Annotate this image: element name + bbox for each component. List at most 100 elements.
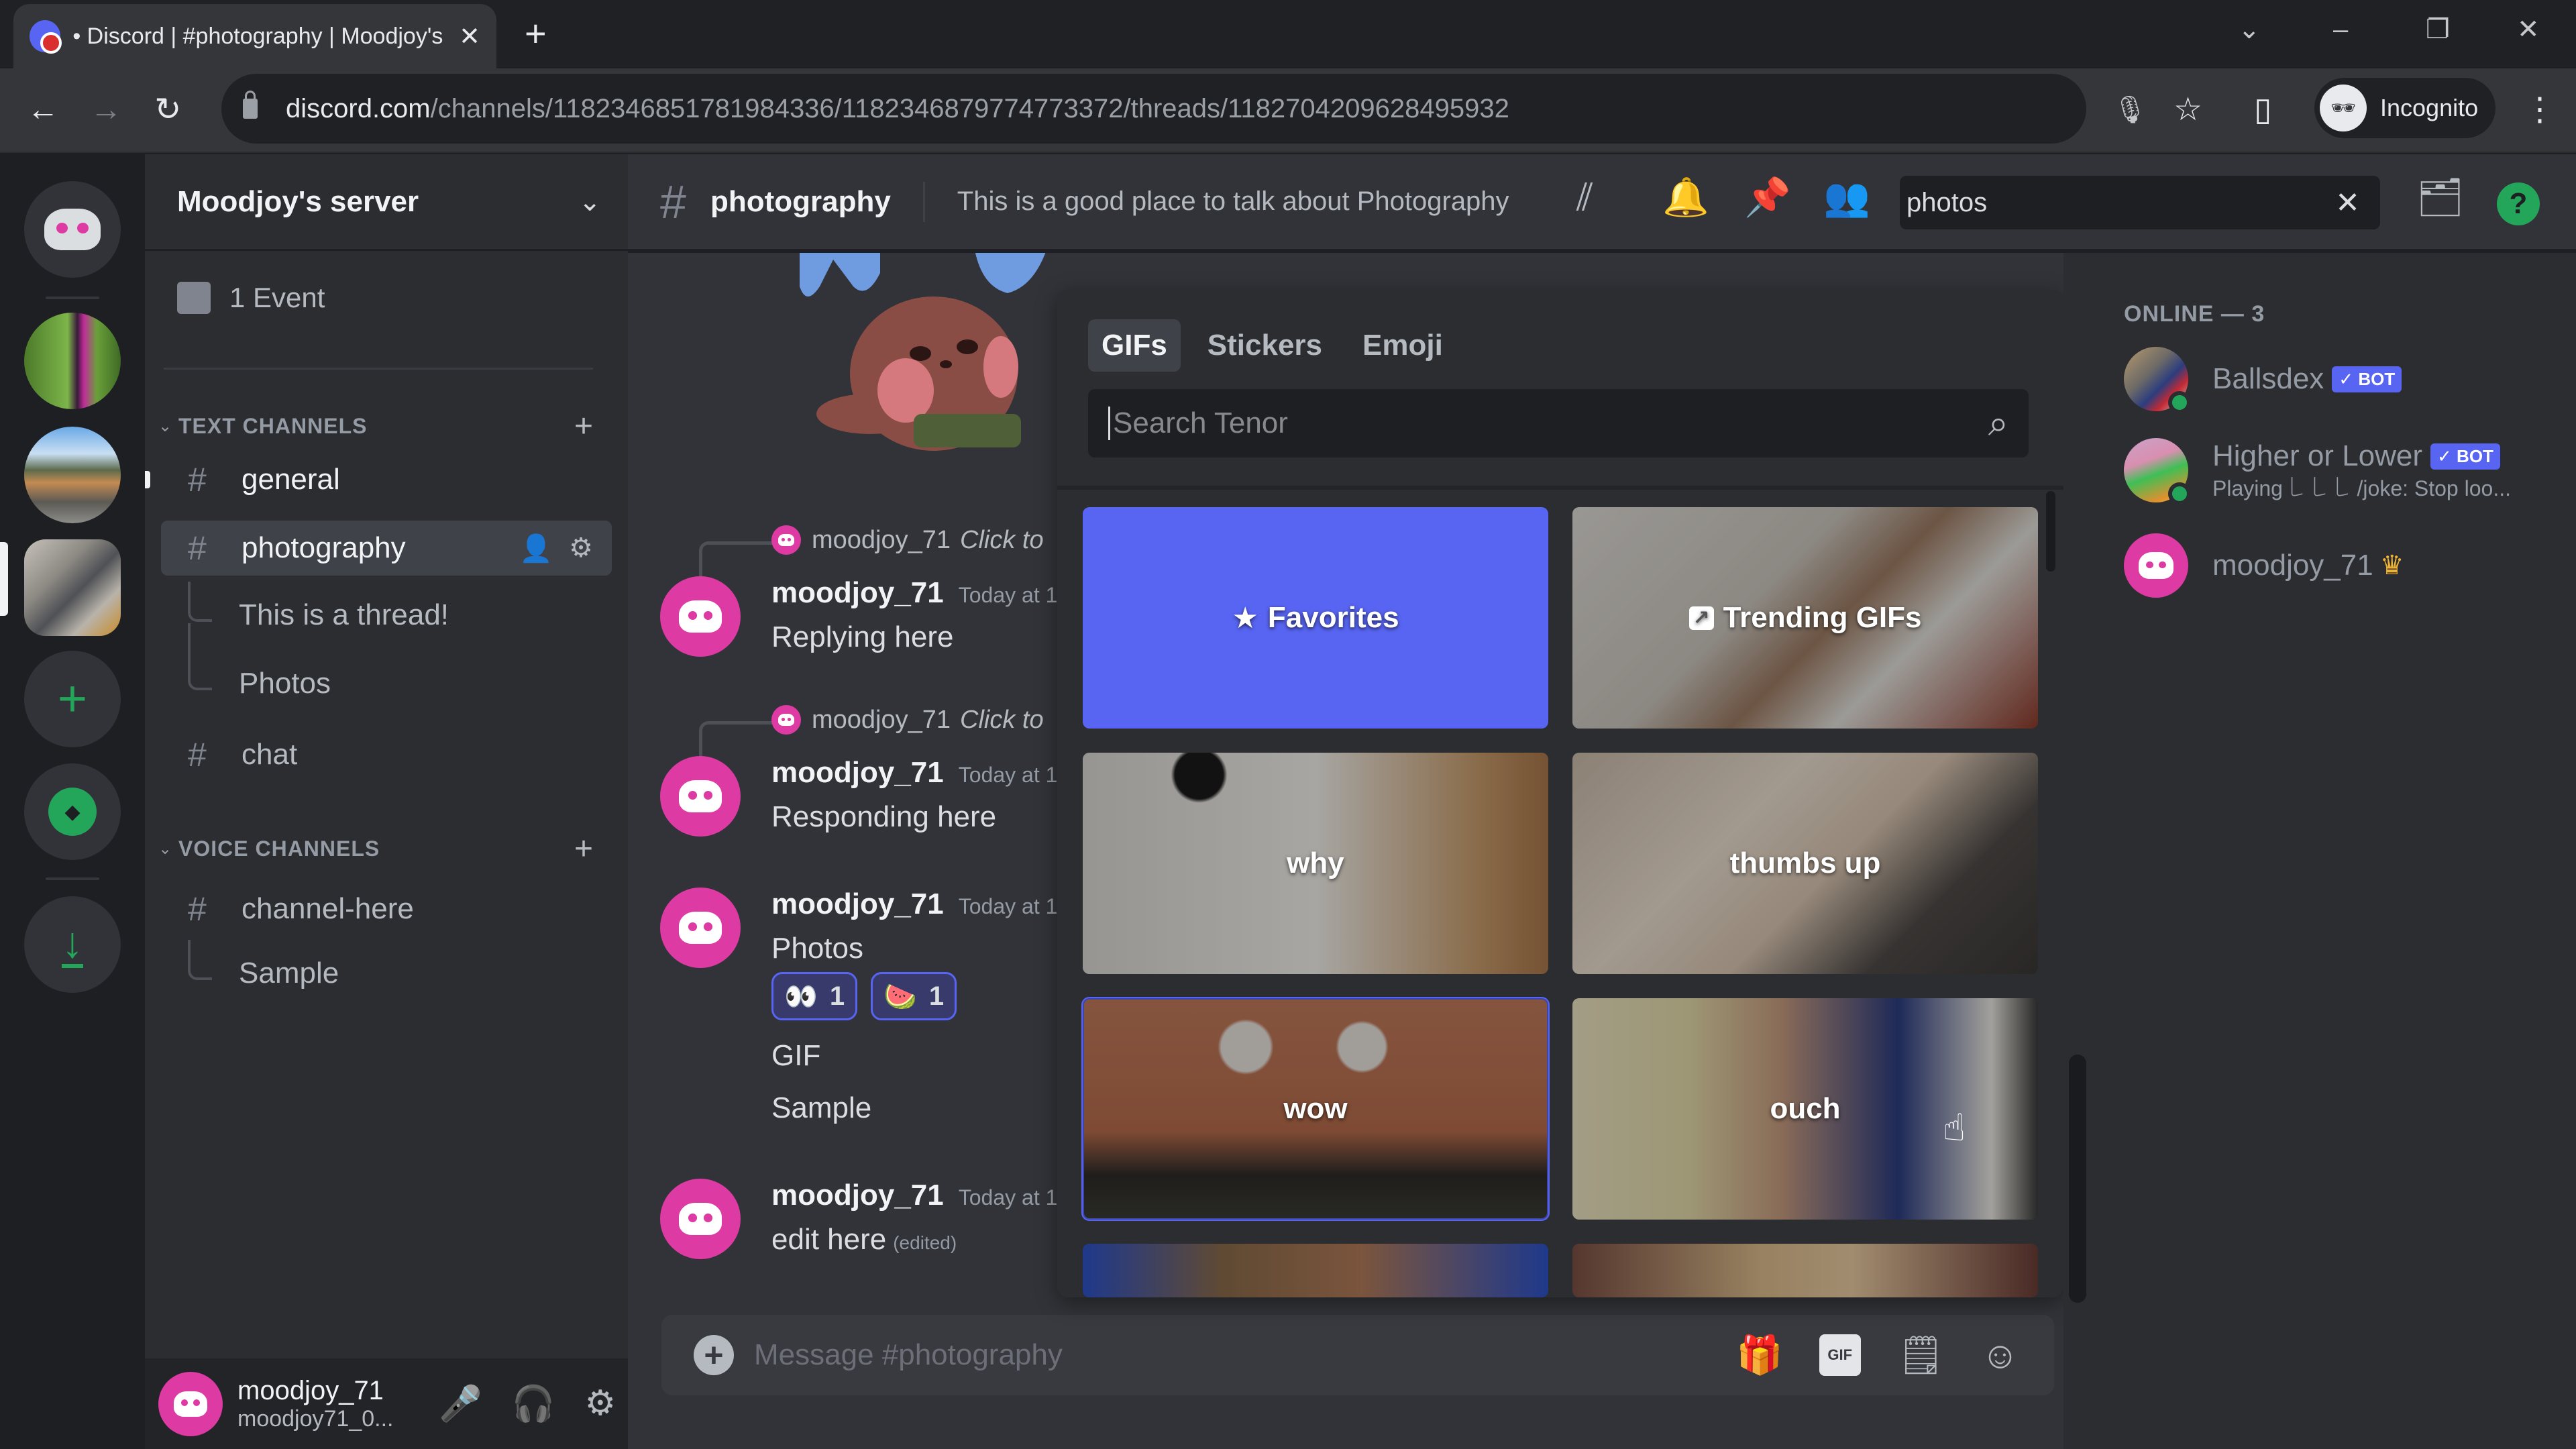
member-higher-or-lower[interactable]: Higher or Lower ✓ BOT Playing ꒒ ꒒ ꒒ /joke… xyxy=(2124,438,2511,505)
reply-reference[interactable]: moodjoy_71 Click to xyxy=(771,705,1044,735)
user-settings-gear-icon[interactable]: ⚙ xyxy=(585,1383,616,1424)
search-input[interactable] xyxy=(1907,187,2336,218)
events-button[interactable]: 1 Event xyxy=(177,282,325,314)
tab-stickers[interactable]: Stickers xyxy=(1194,319,1336,372)
gear-icon[interactable]: ⚙ xyxy=(569,533,593,564)
sticker-image[interactable] xyxy=(780,253,1075,474)
server-header[interactable]: Moodjoy's server ⌄ xyxy=(145,154,628,251)
create-invite-icon[interactable]: 👤 xyxy=(519,533,553,564)
mic-muted-icon[interactable]: 🎤 xyxy=(439,1383,482,1424)
author-name[interactable]: moodjoy_71 xyxy=(771,756,944,789)
server-icon-3[interactable] xyxy=(24,539,121,636)
create-channel-icon[interactable]: + xyxy=(574,830,593,867)
server-icon-1[interactable] xyxy=(24,313,121,409)
notification-bell-icon[interactable]: 🔔 xyxy=(1662,176,1709,219)
channel-topic[interactable]: This is a good place to talk about Photo… xyxy=(957,186,1509,217)
bot-badge: ✓ BOT xyxy=(2332,366,2402,392)
tenor-search-input[interactable] xyxy=(1108,407,1988,440)
author-name[interactable]: moodjoy_71 xyxy=(771,576,944,609)
pin-icon[interactable]: 📌 xyxy=(1744,176,1791,219)
restore-button[interactable]: ❐ xyxy=(2426,13,2450,46)
author-avatar[interactable] xyxy=(660,756,741,837)
reply-reference[interactable]: moodjoy_71 Click to xyxy=(771,525,1044,555)
author-name[interactable]: moodjoy_71 xyxy=(771,1179,944,1212)
create-channel-icon[interactable]: + xyxy=(574,408,593,445)
mic-blocked-icon[interactable]: 🎙 xyxy=(2113,91,2147,129)
online-status-icon xyxy=(2168,391,2191,414)
thread-photos[interactable]: Photos xyxy=(188,623,331,700)
help-icon[interactable]: ? xyxy=(2497,182,2540,225)
user-avatar[interactable] xyxy=(158,1371,223,1436)
discord-logo-icon xyxy=(679,600,722,633)
author-name[interactable]: moodjoy_71 xyxy=(771,888,944,920)
member-moodjoy-71[interactable]: moodjoy_71 ♛ xyxy=(2124,533,2404,598)
picker-scrollbar[interactable] xyxy=(2046,491,2055,572)
message-author-line: moodjoy_71 Today at 11 xyxy=(771,1179,1068,1212)
reaction-watermelon[interactable]: 🍉 1 xyxy=(871,972,957,1020)
lock-icon[interactable] xyxy=(243,91,258,119)
side-panel-icon[interactable]: ▯ xyxy=(2254,91,2271,129)
inbox-icon[interactable]: 🗂 xyxy=(2416,176,2464,219)
sticker-icon[interactable]: 🗒 xyxy=(1897,1335,1945,1375)
author-avatar[interactable] xyxy=(660,1179,741,1259)
tile-shade xyxy=(1083,1244,1548,1297)
gif-tile-partial[interactable] xyxy=(1083,1244,1548,1297)
gif-button[interactable]: GIF xyxy=(1819,1334,1861,1376)
tile-label: ↗ Trending GIFs xyxy=(1688,601,1921,635)
thread-name: Photos xyxy=(239,667,331,700)
kebab-menu-icon[interactable]: ⋮ xyxy=(2524,91,2556,129)
tenor-search-box[interactable]: ⌕ xyxy=(1088,389,2029,458)
channel-photography[interactable]: # photography 👤 ⚙ xyxy=(161,521,612,576)
close-window-button[interactable]: ✕ xyxy=(2517,13,2540,46)
incognito-profile-button[interactable]: 🕶 Incognito xyxy=(2314,78,2496,138)
home-button[interactable] xyxy=(24,181,121,278)
add-server-button[interactable]: + xyxy=(24,651,121,747)
reload-icon[interactable]: ↻ xyxy=(154,91,181,129)
bookmark-star-icon[interactable]: ☆ xyxy=(2174,91,2202,129)
message-input[interactable] xyxy=(754,1338,1736,1372)
minimize-button[interactable]: – xyxy=(2333,13,2348,46)
server-icon-2[interactable] xyxy=(24,427,121,523)
attach-plus-icon[interactable]: + xyxy=(694,1335,734,1375)
new-tab-button[interactable]: + xyxy=(525,12,547,55)
close-tab-icon[interactable]: ✕ xyxy=(459,21,480,52)
member-ballsdex[interactable]: Ballsdex ✓ BOT xyxy=(2124,347,2402,414)
threads-icon[interactable]: ⫽ xyxy=(1576,176,1593,219)
address-bar[interactable]: discord.com/channels/1182346851781984336… xyxy=(221,74,2086,144)
clear-search-icon[interactable]: ✕ xyxy=(2335,186,2360,220)
category-voice-channels[interactable]: ⌄ VOICE CHANNELS + xyxy=(152,830,608,867)
chat-scrollbar[interactable] xyxy=(2069,1055,2086,1303)
author-avatar[interactable] xyxy=(660,888,741,968)
server-name: Moodjoy's server xyxy=(177,184,419,218)
reaction-eyes[interactable]: 👀 1 xyxy=(771,972,858,1020)
channel-general[interactable]: # general xyxy=(161,452,612,507)
tab-gifs[interactable]: GIFs xyxy=(1088,319,1181,372)
member-list-icon[interactable]: 👥 xyxy=(1823,176,1870,219)
explore-servers-button[interactable]: ◆ xyxy=(24,763,121,860)
channel-chat[interactable]: # chat xyxy=(161,727,612,782)
download-apps-button[interactable]: ↓ xyxy=(24,896,121,993)
headphones-icon[interactable]: 🎧 xyxy=(512,1383,555,1424)
forward-arrow-icon[interactable]: → xyxy=(90,91,122,129)
gift-icon[interactable]: 🎁 xyxy=(1736,1335,1783,1375)
thread-this-is-a-thread[interactable]: This is a thread! xyxy=(188,582,449,632)
channel-channel-here[interactable]: # channel-here xyxy=(161,881,612,936)
gif-category-wow[interactable]: wow xyxy=(1081,997,1550,1221)
back-arrow-icon[interactable]: ← xyxy=(27,91,59,129)
emoji-smile-icon[interactable]: ☺ xyxy=(1981,1335,2019,1375)
gif-category-trending[interactable]: ↗ Trending GIFs xyxy=(1572,507,2038,729)
tab-search-chevron-icon[interactable]: ⌄ xyxy=(2238,13,2261,46)
search-box[interactable]: ✕ xyxy=(1900,176,2380,229)
author-avatar[interactable] xyxy=(660,576,741,657)
tab-emoji[interactable]: Emoji xyxy=(1349,319,1456,372)
category-text-channels[interactable]: ⌄ TEXT CHANNELS + xyxy=(152,408,608,445)
browser-tab[interactable]: • Discord | #photography | Moodjoy's ser… xyxy=(13,4,496,68)
gif-category-why[interactable]: why xyxy=(1083,753,1548,974)
user-names[interactable]: moodjoy_71 moodjoy71_0... xyxy=(237,1376,419,1432)
thread-sample[interactable]: Sample xyxy=(188,940,339,990)
gif-category-favorites[interactable]: ★ Favorites xyxy=(1083,507,1548,729)
gif-category-ouch[interactable]: ouch xyxy=(1572,998,2038,1220)
thread-connector xyxy=(188,940,212,980)
gif-tile-partial[interactable] xyxy=(1572,1244,2038,1297)
gif-category-thumbs-up[interactable]: thumbs up xyxy=(1572,753,2038,974)
